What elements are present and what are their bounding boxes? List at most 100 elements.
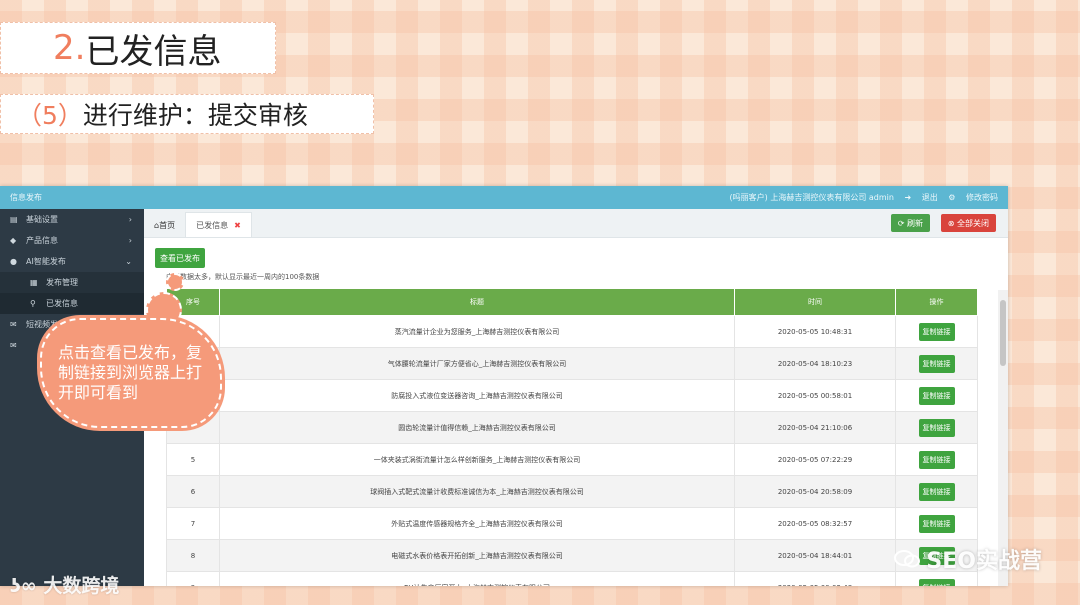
data-note: 由于数据太多，默认显示最近一周内的100条数据 xyxy=(166,273,320,281)
row-action: 复制链接 xyxy=(895,411,978,444)
row-time: 2020-05-05 07:22:29 xyxy=(734,443,896,476)
table-row: 5 一体夹装式涡街流量计怎么样创新服务_上海赫吉测控仪表有限公司 2020-05-0… xyxy=(166,443,978,476)
topbar-user: (吗丽客户) 上海赫吉测控仪表有限公司 admin xyxy=(729,193,894,202)
copy-link-button[interactable]: 复制链接 xyxy=(918,322,955,341)
tab-home-label: 首页 xyxy=(159,220,176,230)
slide-title-text: 已发信息 xyxy=(85,31,222,72)
table-row: 6 球阀插入式靶式流量计收费标准诚信为本_上海赫吉测控仪表有限公司 2020-05-… xyxy=(166,475,978,508)
row-action: 复制链接 xyxy=(895,443,978,476)
row-title: 球阀插入式靶式流量计收费标准诚信为本_上海赫吉测控仪表有限公司 xyxy=(219,475,735,508)
slide-title: 2. 已发信息 xyxy=(0,22,276,74)
topbar-right: (吗丽客户) 上海赫吉测控仪表有限公司 admin ➜ 退出 ⚙ 修改密码 xyxy=(722,192,998,203)
tab-home[interactable]: ⌂ 首页 xyxy=(144,213,185,237)
column-header: 标题 xyxy=(219,288,735,316)
copy-link-button[interactable]: 复制链接 xyxy=(918,386,955,405)
copy-link-button[interactable]: 复制链接 xyxy=(918,418,955,437)
row-time: 2020-05-05 00:58:01 xyxy=(734,379,896,412)
tabs-bar: ⌂ 首页 已发信息 ✖ ⟳ 刷新 ⊗ 全部关闭 xyxy=(144,209,1008,238)
copy-link-button[interactable]: 复制链接 xyxy=(918,578,955,586)
sidebar-item-label: 基础设置 xyxy=(26,215,58,224)
callout-bubble: 点击查看已发布，复制链接到浏览器上打开即可看到 xyxy=(40,318,222,428)
row-title: 蒸汽流量计企业为您服务_上海赫吉测控仪表有限公司 xyxy=(219,315,735,348)
copy-link-button[interactable]: 复制链接 xyxy=(918,354,955,373)
vertical-scrollbar[interactable] xyxy=(998,290,1008,586)
table-row: 7 外贴式温度传感器规格齐全_上海赫吉测控仪表有限公司 2020-05-05 08:… xyxy=(166,507,978,540)
table-row: 气体腰轮流量计厂家方便省心_上海赫吉测控仪表有限公司 2020-05-04 18:… xyxy=(166,347,978,380)
row-time: 2020-05-04 18:44:01 xyxy=(734,539,896,572)
row-time: 2020-05-04 18:10:23 xyxy=(734,347,896,380)
slide-title-number: 2. xyxy=(53,28,86,68)
wechat-icon xyxy=(894,550,921,568)
copy-link-button[interactable]: 复制链接 xyxy=(918,482,955,501)
main-content: 查看已发布 由于数据太多，默认显示最近一周内的100条数据 序号 标题 时间 操… xyxy=(144,238,1008,586)
mail-icon: ✉ xyxy=(10,341,17,350)
change-password-link[interactable]: ⚙ 修改密码 xyxy=(948,193,998,202)
table-row: 圆齿轮流量计值得信赖_上海赫吉测控仪表有限公司 2020-05-04 21:10:… xyxy=(166,411,978,444)
refresh-label: 刷新 xyxy=(907,218,923,228)
sidebar-item-sent-info[interactable]: ⚲ 已发信息 xyxy=(0,293,144,314)
sidebar-item-ai-publish[interactable]: ● AI智能发布 ⌄ xyxy=(0,251,144,272)
change-password-label: 修改密码 xyxy=(966,193,998,202)
watermark-left: ʖ∞ 大数跨境 xyxy=(10,571,119,598)
slide-subtitle: （5） 进行维护：提交审核 xyxy=(0,94,374,134)
row-action: 复制链接 xyxy=(895,379,978,412)
table-row: 9PH计生产厂家至上_上海赫吉测控仪表有限公司2020-05-05 00:02:… xyxy=(166,571,978,586)
tab-sent-info[interactable]: 已发信息 ✖ xyxy=(185,212,252,237)
close-all-label: 全部关闭 xyxy=(957,218,989,228)
close-circle-icon: ⊗ xyxy=(947,218,957,228)
close-all-button[interactable]: ⊗ 全部关闭 xyxy=(940,214,996,232)
table-header-row: 序号 标题 时间 操作 xyxy=(166,288,978,316)
row-time: 2020-05-04 20:58:09 xyxy=(734,475,896,508)
list-icon: ▦ xyxy=(30,278,38,287)
row-index: 5 xyxy=(166,443,220,476)
row-action: 复制链接 xyxy=(895,315,978,348)
table-row: 8 电磁式水表价格表开拓创新_上海赫吉测控仪表有限公司 2020-05-04 18:… xyxy=(166,539,978,572)
row-title: 一体夹装式涡街流量计怎么样创新服务_上海赫吉测控仪表有限公司 xyxy=(219,443,735,476)
mail-icon: ✉ xyxy=(10,320,17,329)
chevron-right-icon: › xyxy=(128,236,132,245)
column-header: 时间 xyxy=(734,288,896,316)
chevron-down-icon: ⌄ xyxy=(125,257,132,266)
row-title: 圆齿轮流量计值得信赖_上海赫吉测控仪表有限公司 xyxy=(219,411,735,444)
row-index: 6 xyxy=(166,475,220,508)
tag-icon: ◆ xyxy=(10,236,17,245)
row-title: 电磁式水表价格表开拓创新_上海赫吉测控仪表有限公司 xyxy=(219,539,735,572)
row-title: PH计生产厂家至上_上海赫吉测控仪表有限公司 xyxy=(219,571,735,586)
copy-link-button[interactable]: 复制链接 xyxy=(918,514,955,533)
app-title: 信息发布 xyxy=(10,193,42,202)
refresh-button[interactable]: ⟳ 刷新 xyxy=(890,214,930,232)
sent-info-table: 序号 标题 时间 操作 蒸汽流量计企业为您服务_上海赫吉测控仪表有限公司 2020… xyxy=(166,288,978,586)
sidebar-item-label: 产品信息 xyxy=(26,236,58,245)
sidebar-item-publish-manage[interactable]: ▦ 发布管理 xyxy=(0,272,144,293)
sidebar-item-label: 发布管理 xyxy=(46,278,78,287)
row-time: 2020-05-05 00:02:48 xyxy=(734,571,896,586)
pin-icon: ● xyxy=(10,257,17,266)
sidebar-item-product-info[interactable]: ◆ 产品信息 › xyxy=(0,230,144,251)
close-icon[interactable]: ✖ xyxy=(234,221,241,230)
row-action: 复制链接 xyxy=(895,347,978,380)
sidebar-item-label: AI智能发布 xyxy=(26,257,66,266)
row-title: 防腐投入式液位变送器咨询_上海赫吉测控仪表有限公司 xyxy=(219,379,735,412)
row-title: 气体腰轮流量计厂家方便省心_上海赫吉测控仪表有限公司 xyxy=(219,347,735,380)
search-icon: ⚲ xyxy=(30,299,36,308)
table-row: 防腐投入式液位变送器咨询_上海赫吉测控仪表有限公司 2020-05-05 00:5… xyxy=(166,379,978,412)
refresh-icon: ⟳ xyxy=(897,218,907,228)
watermark-right: SEO实战营 xyxy=(894,543,1042,575)
sidebar-item-label: 已发信息 xyxy=(46,299,78,308)
row-title: 外贴式温度传感器规格齐全_上海赫吉测控仪表有限公司 xyxy=(219,507,735,540)
sidebar-item-basic-settings[interactable]: ▤ 基础设置 › xyxy=(0,209,144,230)
row-index: 9 xyxy=(166,571,220,586)
watermark-left-text: 大数跨境 xyxy=(43,575,120,597)
brand-logo-icon: ʖ∞ xyxy=(10,575,44,597)
chevron-right-icon: › xyxy=(128,215,132,224)
row-index: 8 xyxy=(166,539,220,572)
slide-subtitle-text: 进行维护：提交审核 xyxy=(82,101,308,130)
column-header: 操作 xyxy=(895,288,978,316)
scrollbar-thumb[interactable] xyxy=(1000,300,1006,366)
watermark-right-text: SEO实战营 xyxy=(926,549,1042,574)
logout-link[interactable]: ➜ 退出 xyxy=(904,193,937,202)
view-published-button[interactable]: 查看已发布 xyxy=(155,248,205,268)
table-row: 蒸汽流量计企业为您服务_上海赫吉测控仪表有限公司 2020-05-05 10:48… xyxy=(166,315,978,348)
copy-link-button[interactable]: 复制链接 xyxy=(918,450,955,469)
row-index: 7 xyxy=(166,507,220,540)
